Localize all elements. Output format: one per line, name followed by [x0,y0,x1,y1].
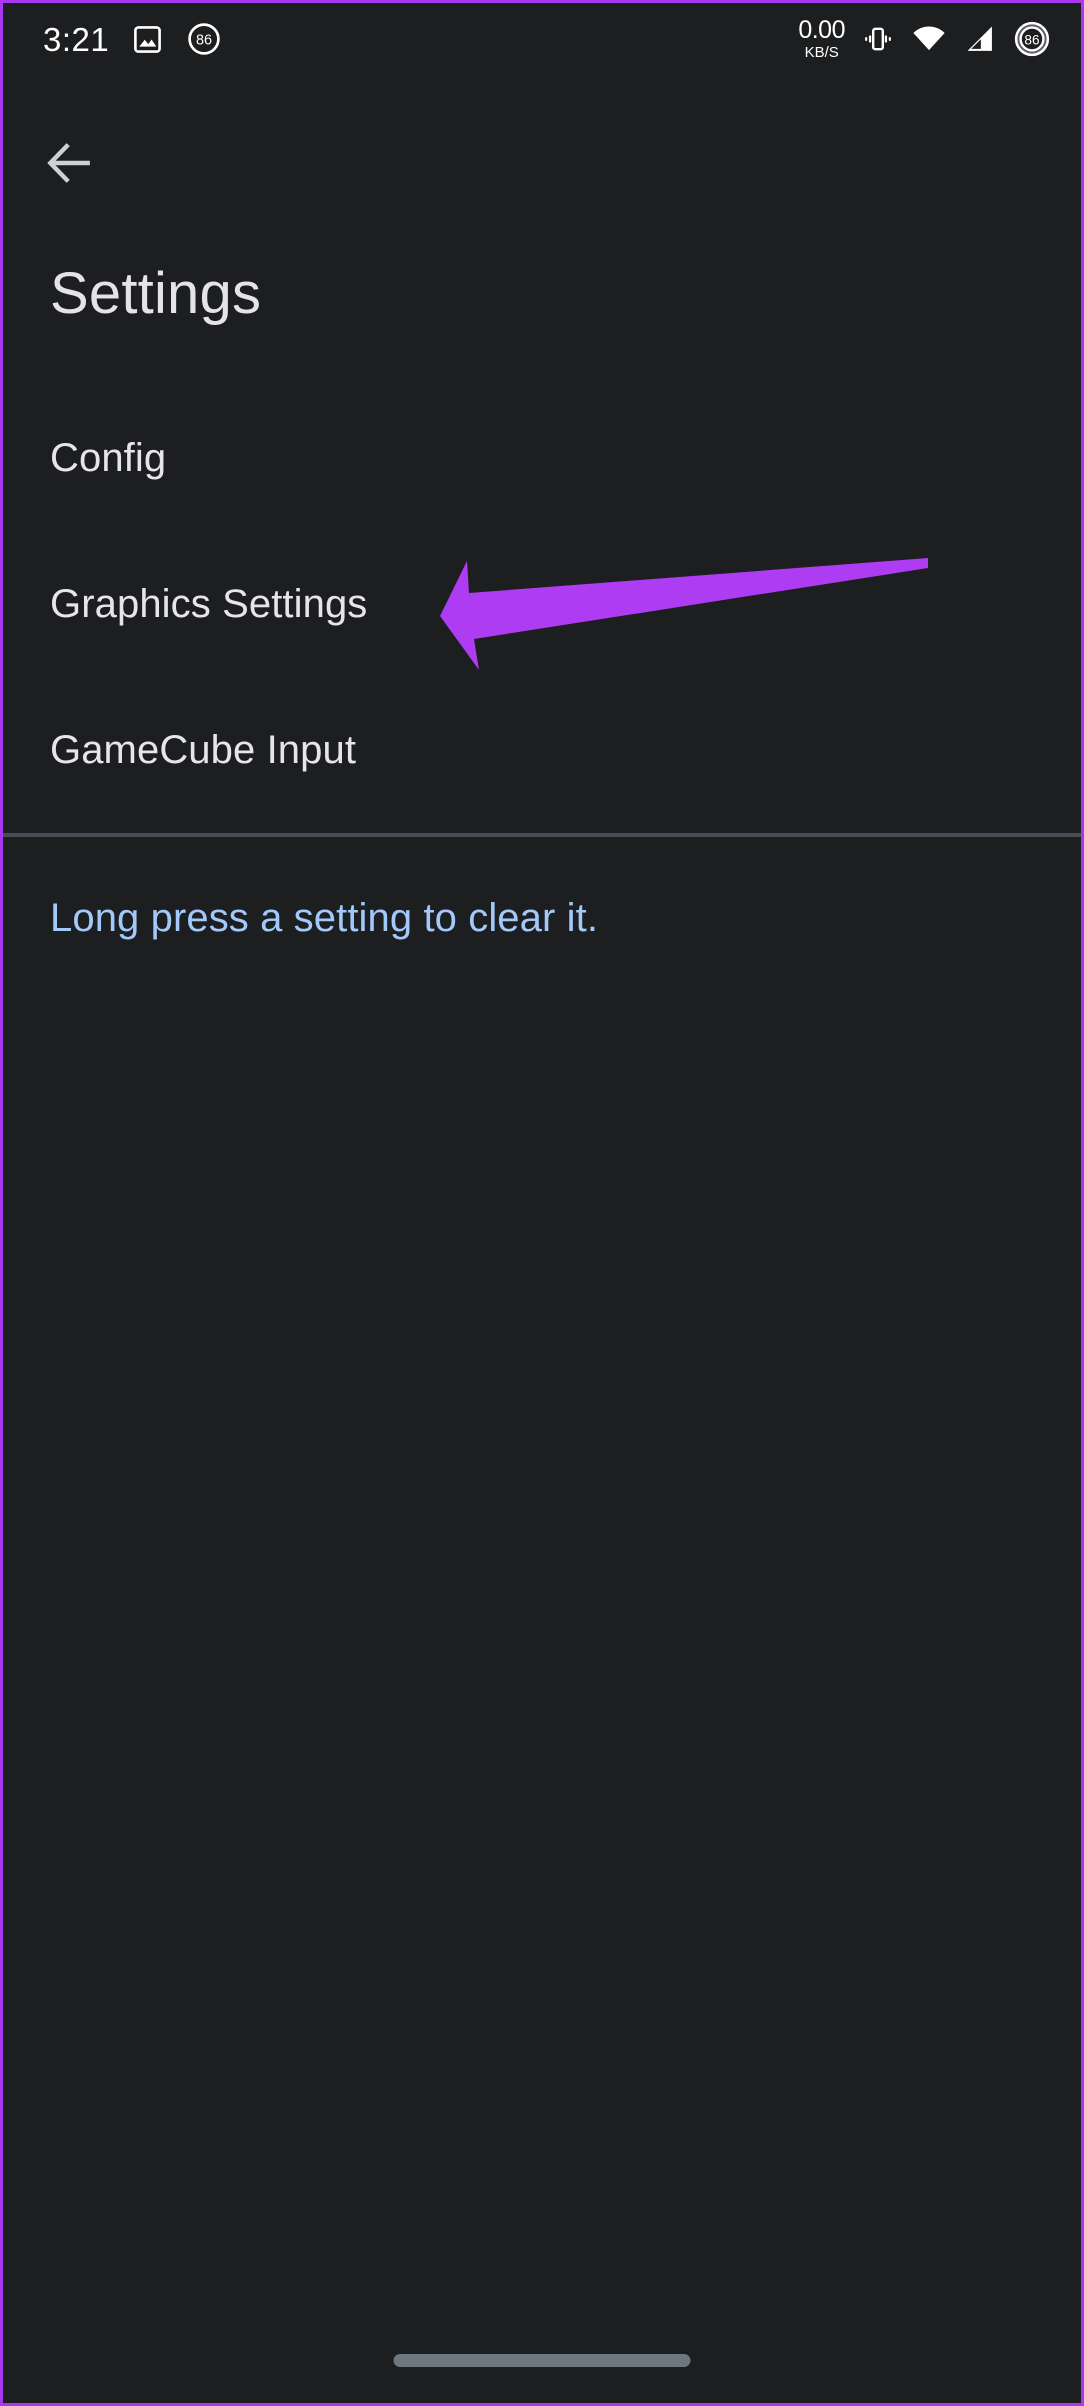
wifi-icon [911,21,947,57]
battery-icon: 86 [1013,20,1051,58]
settings-item-label: GameCube Input [50,728,357,772]
highlight-arrow-icon [440,558,928,670]
cell-signal-icon [963,22,997,56]
svg-text:86: 86 [196,32,212,48]
svg-text:86: 86 [1024,32,1039,47]
home-indicator[interactable] [393,2354,691,2367]
phone-screen: 3:21 86 0.00 KB/S 86 Settings Config Gra… [0,0,1084,2406]
settings-item-label: Config [50,436,167,480]
vibrate-icon [861,22,895,56]
status-bar: 3:21 86 0.00 KB/S 86 [3,3,1081,75]
settings-list: Config Graphics Settings GameCube Input [3,385,1081,823]
circle-badge-86-icon: 86 [186,21,222,57]
status-bar-right: 0.00 KB/S 86 [798,18,1051,60]
network-speed-value: 0.00 [798,16,845,44]
settings-item-graphics-settings[interactable]: Graphics Settings [3,531,1081,677]
status-bar-left: 3:21 86 [43,21,222,57]
photo-icon [131,23,164,56]
settings-item-gamecube-input[interactable]: GameCube Input [3,677,1081,823]
back-button[interactable] [33,129,105,201]
network-speed-unit: KB/S [804,44,839,61]
arrow-left-icon [41,135,97,196]
status-clock: 3:21 [43,20,110,58]
section-divider [3,833,1081,837]
network-speed-indicator: 0.00 KB/S [798,16,845,61]
settings-item-label: Graphics Settings [50,582,368,626]
settings-item-config[interactable]: Config [3,385,1081,531]
long-press-hint: Long press a setting to clear it. [50,896,599,940]
page-title: Settings [50,261,262,326]
